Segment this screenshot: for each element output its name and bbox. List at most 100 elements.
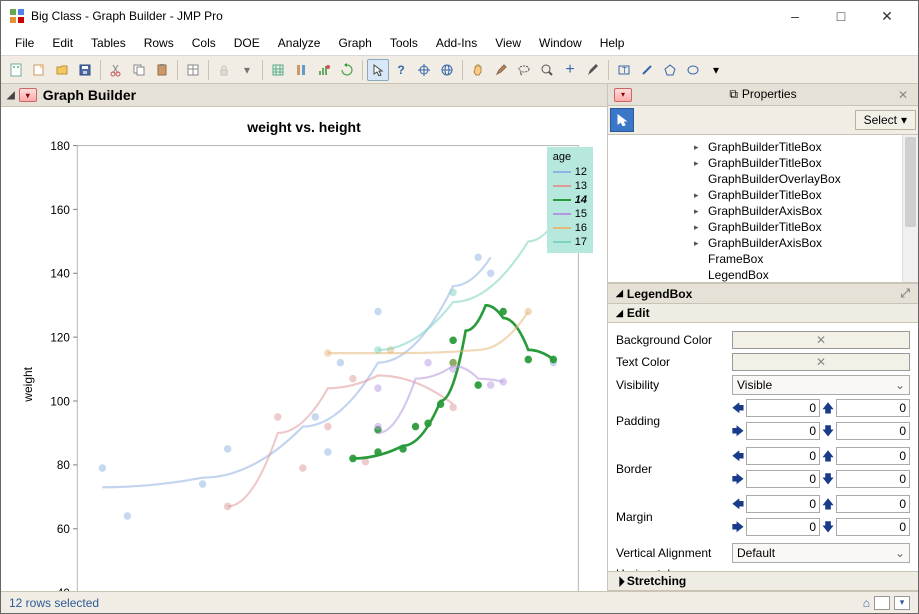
menu-file[interactable]: File <box>7 33 42 53</box>
menu-rows[interactable]: Rows <box>136 33 182 53</box>
toolbar-cut-icon[interactable] <box>105 59 127 81</box>
tree-item[interactable]: ▸GraphBuilderTitleBox <box>610 219 916 235</box>
menu-tools[interactable]: Tools <box>382 33 426 53</box>
toolbar-hand-icon[interactable] <box>467 59 489 81</box>
legend-item[interactable]: 16 <box>553 221 587 235</box>
bg-color-swatch[interactable]: ✕ <box>732 331 910 349</box>
legend-item[interactable]: 14 <box>553 193 587 207</box>
visibility-select[interactable]: Visible⌄ <box>732 375 910 395</box>
spin-arrow[interactable]: 🡄 <box>732 447 744 468</box>
spin-input[interactable] <box>836 422 910 440</box>
tree-item[interactable]: ▸GraphBuilderTitleBox <box>610 155 916 171</box>
toolbar-brush-icon[interactable] <box>490 59 512 81</box>
legend-item[interactable]: 17 <box>553 235 587 249</box>
spin-input[interactable] <box>746 447 820 465</box>
menu-view[interactable]: View <box>487 33 529 53</box>
tree-item[interactable]: ▸GraphBuilderTitleBox <box>610 139 916 155</box>
minimize-button[interactable]: – <box>772 1 818 31</box>
tree-item[interactable]: GraphBuilderOverlayBox <box>610 171 916 187</box>
close-button[interactable]: ✕ <box>864 1 910 31</box>
tree-item[interactable]: LegendBox <box>610 267 916 283</box>
spin-input[interactable] <box>746 518 820 536</box>
spin-input[interactable] <box>836 518 910 536</box>
chart-canvas[interactable]: 5055606570406080100120140160180 <box>37 139 589 591</box>
toolbar-drop2-icon[interactable]: ▾ <box>705 59 727 81</box>
menu-edit[interactable]: Edit <box>44 33 81 53</box>
spin-input[interactable] <box>836 495 910 513</box>
menu-analyze[interactable]: Analyze <box>270 33 329 53</box>
toolbar-save-icon[interactable] <box>74 59 96 81</box>
toolbar-open-icon[interactable] <box>51 59 73 81</box>
text-color-swatch[interactable]: ✕ <box>732 353 910 371</box>
toolbar-refresh-icon[interactable] <box>336 59 358 81</box>
toolbar-help-icon[interactable]: ? <box>390 59 412 81</box>
select-dropdown[interactable]: Select▾ <box>855 110 916 130</box>
spin-input[interactable] <box>746 470 820 488</box>
spin-arrow[interactable]: 🡇 <box>822 470 834 491</box>
spin-arrow[interactable]: 🡅 <box>822 399 834 420</box>
spin-arrow[interactable]: 🡇 <box>822 518 834 539</box>
tree-scrollbar[interactable] <box>902 135 918 282</box>
toolbar-oval-icon[interactable] <box>682 59 704 81</box>
toolbar-paste-icon[interactable] <box>151 59 173 81</box>
spin-input[interactable] <box>836 470 910 488</box>
edit-header[interactable]: ◢Edit <box>608 304 918 323</box>
status-home-icon[interactable]: ⌂ <box>863 596 870 610</box>
menu-help[interactable]: Help <box>592 33 633 53</box>
menu-add-ins[interactable]: Add-Ins <box>428 33 485 53</box>
spin-arrow[interactable]: 🡄 <box>732 399 744 420</box>
toolbar-drop-icon[interactable]: ▾ <box>236 59 258 81</box>
spin-input[interactable] <box>746 422 820 440</box>
toolbar-plus-icon[interactable]: + <box>559 59 581 81</box>
status-box2[interactable]: ▾ <box>894 596 910 610</box>
legend-item[interactable]: 15 <box>553 207 587 221</box>
spin-arrow[interactable]: 🡆 <box>732 422 744 443</box>
element-tree[interactable]: ▸GraphBuilderTitleBox▸GraphBuilderTitleB… <box>608 135 918 283</box>
toolbar-zoom-icon[interactable] <box>536 59 558 81</box>
toolbar-pointer-icon[interactable] <box>367 59 389 81</box>
disclosure-icon[interactable]: ◢ <box>7 90 15 101</box>
status-box1[interactable] <box>874 596 890 610</box>
spin-input[interactable] <box>836 447 910 465</box>
toolbar-copy-icon[interactable] <box>128 59 150 81</box>
toolbar-lasso-icon[interactable] <box>513 59 535 81</box>
menu-tables[interactable]: Tables <box>83 33 134 53</box>
toolbar-crosshair-icon[interactable] <box>413 59 435 81</box>
tree-item[interactable]: ▸GraphBuilderAxisBox <box>610 235 916 251</box>
section-menu-button[interactable]: ▾ <box>19 88 37 102</box>
menu-graph[interactable]: Graph <box>330 33 379 53</box>
spin-arrow[interactable]: 🡇 <box>822 422 834 443</box>
toolbar-new2-icon[interactable] <box>28 59 50 81</box>
spin-arrow[interactable]: 🡄 <box>732 495 744 516</box>
spin-arrow[interactable]: 🡆 <box>732 518 744 539</box>
spin-input[interactable] <box>746 399 820 417</box>
legend-item[interactable]: 12 <box>553 165 587 179</box>
tree-item[interactable]: ▸GraphBuilderTitleBox <box>610 187 916 203</box>
legend-item[interactable]: 13 <box>553 179 587 193</box>
toolbar-table-icon[interactable] <box>182 59 204 81</box>
toolbar-lock-icon[interactable] <box>213 59 235 81</box>
tree-item[interactable]: FrameBox <box>610 251 916 267</box>
tree-item[interactable]: ▸GraphBuilderAxisBox <box>610 203 916 219</box>
properties-close-button[interactable]: ✕ <box>894 88 912 102</box>
legend[interactable]: age 121314151617 <box>547 147 593 253</box>
toolbar-columns-icon[interactable] <box>290 59 312 81</box>
toolbar-chart-icon[interactable] <box>313 59 335 81</box>
toolbar-line-icon[interactable] <box>636 59 658 81</box>
toolbar-polygon-icon[interactable] <box>659 59 681 81</box>
toolbar-globe-icon[interactable] <box>436 59 458 81</box>
maximize-button[interactable]: □ <box>818 1 864 31</box>
legendbox-header[interactable]: ◢LegendBox ⤢ <box>608 283 918 304</box>
spin-arrow[interactable]: 🡆 <box>732 470 744 491</box>
toolbar-new-icon[interactable] <box>5 59 27 81</box>
valign-select[interactable]: Default⌄ <box>732 543 910 563</box>
spin-input[interactable] <box>836 399 910 417</box>
menu-cols[interactable]: Cols <box>184 33 224 53</box>
spin-arrow[interactable]: 🡅 <box>822 447 834 468</box>
menu-doe[interactable]: DOE <box>226 33 268 53</box>
stretching-header[interactable]: ◢Stretching <box>608 571 918 591</box>
props-menu-button[interactable]: ▾ <box>614 88 632 102</box>
pointer-tool-button[interactable] <box>610 108 634 132</box>
toolbar-pen-icon[interactable] <box>582 59 604 81</box>
toolbar-text-icon[interactable]: T <box>613 59 635 81</box>
